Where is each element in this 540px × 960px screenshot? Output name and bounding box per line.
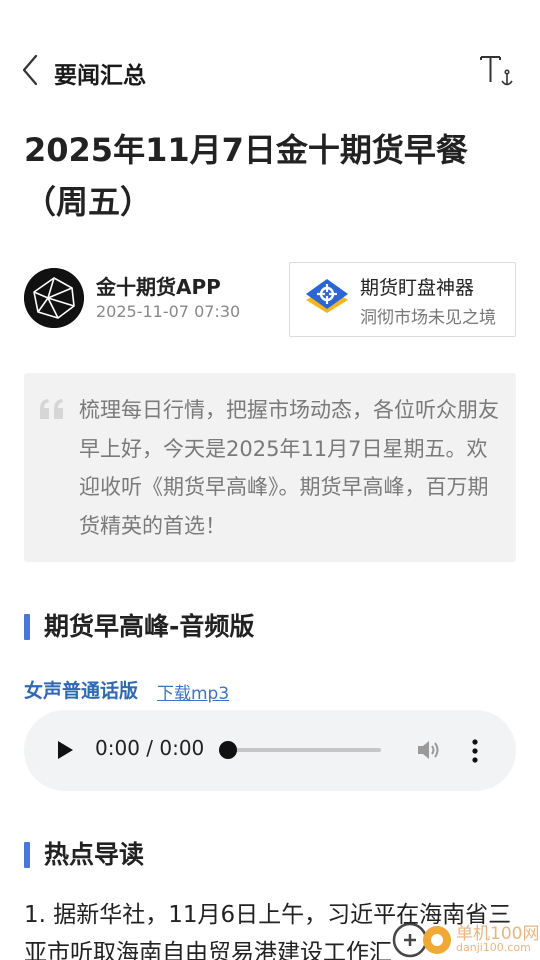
audio-version-label: 女声普通话版	[24, 680, 139, 702]
top-bar: 要闻汇总	[0, 44, 540, 96]
author-name[interactable]: 金十期货APP	[96, 271, 221, 300]
chevron-left-icon	[22, 54, 38, 86]
publish-time: 2025-11-07 07:30	[96, 302, 241, 321]
audio-time: 0:00 / 0:00	[95, 736, 205, 760]
app-logo-icon	[306, 279, 348, 313]
article-page: 要闻汇总 2025年11月7日金十期货早餐（周五） 金十期货APP 2025-1…	[0, 0, 540, 960]
watermark-logo-icon	[392, 922, 451, 958]
seek-bar[interactable]	[228, 748, 381, 752]
watermark: 单机100网 danji100.com	[390, 916, 540, 960]
quote-icon	[40, 399, 63, 419]
jin10-logo-icon	[24, 268, 84, 328]
section-heading-hot: 热点导读	[24, 840, 144, 870]
back-button[interactable]	[18, 52, 48, 88]
seek-thumb[interactable]	[219, 741, 237, 759]
audio-player: 0:00 / 0:00	[24, 710, 516, 791]
watermark-url: danji100.com	[456, 941, 531, 954]
section-heading-audio: 期货早高峰-音频版	[24, 612, 254, 642]
more-options-icon[interactable]	[467, 738, 483, 764]
promo-card[interactable]: 期货盯盘神器 洞彻市场未见之境	[289, 262, 516, 337]
volume-icon[interactable]	[416, 738, 442, 762]
download-mp3-link[interactable]: 下载mp3	[157, 679, 229, 704]
font-size-button[interactable]	[478, 52, 516, 92]
author-avatar[interactable]	[24, 268, 84, 328]
font-size-icon	[480, 56, 513, 86]
promo-subtitle: 洞彻市场未见之境	[360, 308, 496, 328]
quote-text: 梳理每日行情，把握市场动态，各位听众朋友早上好，今天是2025年11月7日星期五…	[79, 398, 499, 538]
promo-title: 期货盯盘神器	[360, 277, 475, 299]
intro-quote: 梳理每日行情，把握市场动态，各位听众朋友早上好，今天是2025年11月7日星期五…	[24, 373, 516, 562]
article-title: 2025年11月7日金十期货早餐（周五）	[24, 131, 468, 221]
play-icon[interactable]	[54, 738, 76, 762]
page-title: 要闻汇总	[54, 63, 146, 89]
